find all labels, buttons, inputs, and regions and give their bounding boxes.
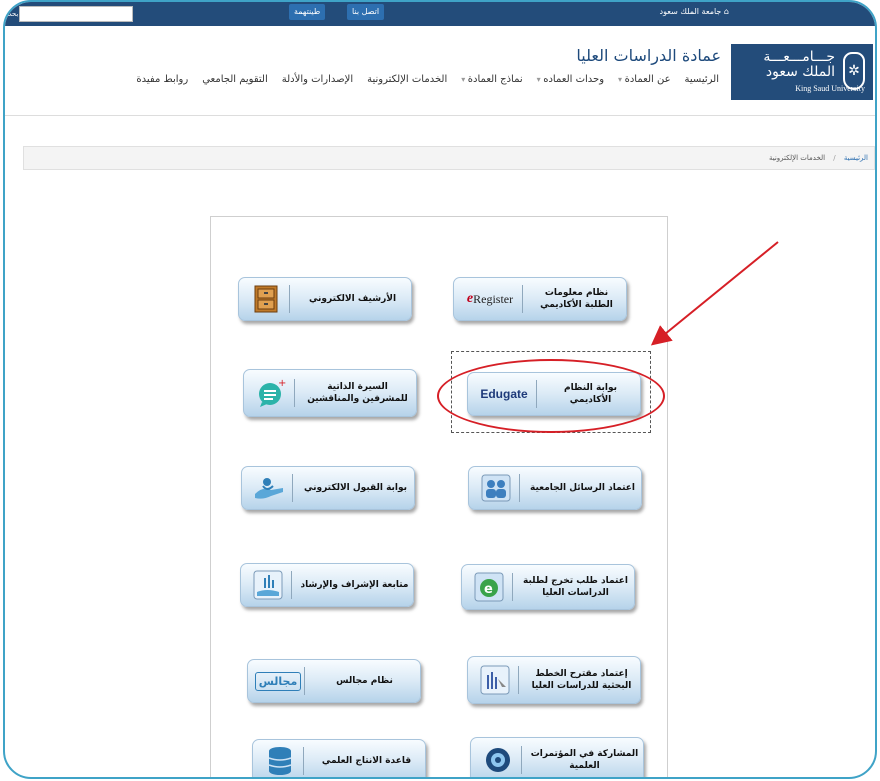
- university-link[interactable]: ⌂ جامعة الملك سعود: [660, 7, 729, 16]
- top-utility-bar: ابحث طينتهمة اتصل بنا ⌂ جامعة الملك سعود: [5, 2, 875, 26]
- conference-icon: [481, 744, 515, 776]
- tile-separator: [292, 474, 293, 502]
- tile-admission[interactable]: بوابة القبول الالكتروني: [241, 466, 415, 510]
- breadcrumb-home[interactable]: الرئيسية: [844, 154, 868, 162]
- people-icon: [479, 472, 513, 504]
- main-nav: الرئيسية عن العمادة وحدات العماده نماذج …: [136, 74, 719, 85]
- tile-label: متابعة الإشراف والإرشاد: [300, 580, 409, 590]
- breadcrumb-current: الخدمات الإلكترونية: [768, 154, 826, 162]
- nav-home[interactable]: الرئيسية: [685, 74, 719, 85]
- tile-label: السيرة الذاتية للمشرفين والمناقشين: [307, 382, 408, 404]
- nav-about[interactable]: عن العمادة: [618, 74, 671, 85]
- tile-separator: [289, 285, 290, 313]
- browser-frame: ابحث طينتهمة اتصل بنا ⌂ جامعة الملك سعود…: [3, 0, 877, 779]
- home-icon: ⌂: [721, 7, 729, 16]
- tile-conferences[interactable]: المشاركة في المؤتمرات العلمية: [470, 737, 644, 777]
- hand-icon: [252, 472, 286, 504]
- tile-label: اعتماد طلب تخرج لطلبة الدراسات العليا: [523, 576, 628, 598]
- logo-arabic-line1: جـــامـــعـــة: [763, 49, 835, 65]
- tile-separator: [304, 667, 305, 695]
- tile-separator: [518, 666, 519, 694]
- tile-graduation[interactable]: e اعتماد طلب تخرج لطلبة الدراسات العليا: [461, 564, 635, 610]
- database-icon: [263, 745, 297, 777]
- svg-text:+: +: [278, 378, 286, 389]
- filing-cabinet-icon: [249, 283, 283, 315]
- tile-label: الأرشيف الالكتروني: [308, 294, 397, 304]
- tile-councils[interactable]: مجالس نظام مجالس: [247, 659, 421, 703]
- tile-separator: [303, 747, 304, 775]
- tile-label: اعتماد الرسائل الجامعية: [529, 483, 636, 493]
- tile-scientific-output[interactable]: قاعدة الانتاج العلمي: [252, 739, 426, 777]
- tile-separator: [291, 571, 292, 599]
- nav-publications[interactable]: الإصدارات والأدلة: [282, 74, 353, 85]
- nav-e-services[interactable]: الخدمات الإلكترونية: [367, 74, 447, 85]
- top-button-1[interactable]: طينتهمة: [289, 4, 326, 20]
- nav-forms[interactable]: نماذج العمادة: [461, 74, 523, 85]
- tile-label: إعتماد مقترح الخطط البحثية للدراسات العل…: [531, 669, 632, 691]
- search-input[interactable]: [19, 6, 133, 22]
- search-button[interactable]: ابحث: [5, 6, 20, 22]
- tile-theses[interactable]: اعتماد الرسائل الجامعية: [468, 466, 642, 510]
- speech-bubble-icon: +: [254, 377, 288, 409]
- eregister-logo: e Register: [466, 291, 514, 306]
- graduation-icon: e: [472, 571, 506, 603]
- tile-separator: [521, 746, 522, 774]
- svg-text:e: e: [484, 582, 493, 597]
- nav-useful-links[interactable]: روابط مفيدة: [136, 74, 188, 85]
- tile-label: المشاركة في المؤتمرات العلمية: [530, 749, 639, 771]
- tile-separator: [522, 285, 523, 313]
- tile-cv[interactable]: + السيرة الذاتية للمشرفين والمناقشين: [243, 369, 417, 417]
- university-logo[interactable]: ✲ جـــامـــعـــة الملك سعود King Saud Un…: [731, 44, 873, 100]
- tile-separator: [512, 573, 513, 601]
- breadcrumb-separator: /: [833, 154, 836, 162]
- breadcrumb: الرئيسية / الخدمات الإلكترونية: [23, 146, 875, 170]
- contact-us-button[interactable]: اتصل بنا: [347, 4, 385, 20]
- logo-english: King Saud University: [795, 84, 865, 93]
- tile-separator: [519, 474, 520, 502]
- tile-label: قاعدة الانتاج العلمي: [321, 756, 412, 766]
- councils-logo: مجالس: [254, 665, 302, 697]
- tile-eregister[interactable]: e Register نظام معلومات الطلبة الأكاديمي: [453, 277, 627, 321]
- tile-label: نظام مجالس: [336, 676, 393, 686]
- highlight-ellipse: [437, 359, 665, 433]
- tile-research-plan[interactable]: إعتماد مقترح الخطط البحثية للدراسات العل…: [467, 656, 641, 704]
- nav-calendar[interactable]: التقويم الجامعي: [202, 74, 268, 85]
- nav-units[interactable]: وحدات العماده: [537, 74, 604, 85]
- bar-chart-icon: [478, 664, 512, 696]
- tile-supervision[interactable]: متابعة الإشراف والإرشاد: [240, 563, 414, 607]
- site-header: ✲ جـــامـــعـــة الملك سعود King Saud Un…: [5, 26, 875, 116]
- tile-separator: [294, 379, 295, 407]
- tile-label: بوابة القبول الالكتروني: [303, 483, 408, 493]
- logo-arabic-line2: الملك سعود: [765, 64, 835, 80]
- chart-hand-icon: [251, 569, 285, 601]
- tile-e-archive[interactable]: الأرشيف الالكتروني: [238, 277, 412, 321]
- department-title: عمادة الدراسات العليا: [576, 46, 721, 65]
- tile-label: نظام معلومات الطلبة الأكاديمي: [540, 288, 613, 310]
